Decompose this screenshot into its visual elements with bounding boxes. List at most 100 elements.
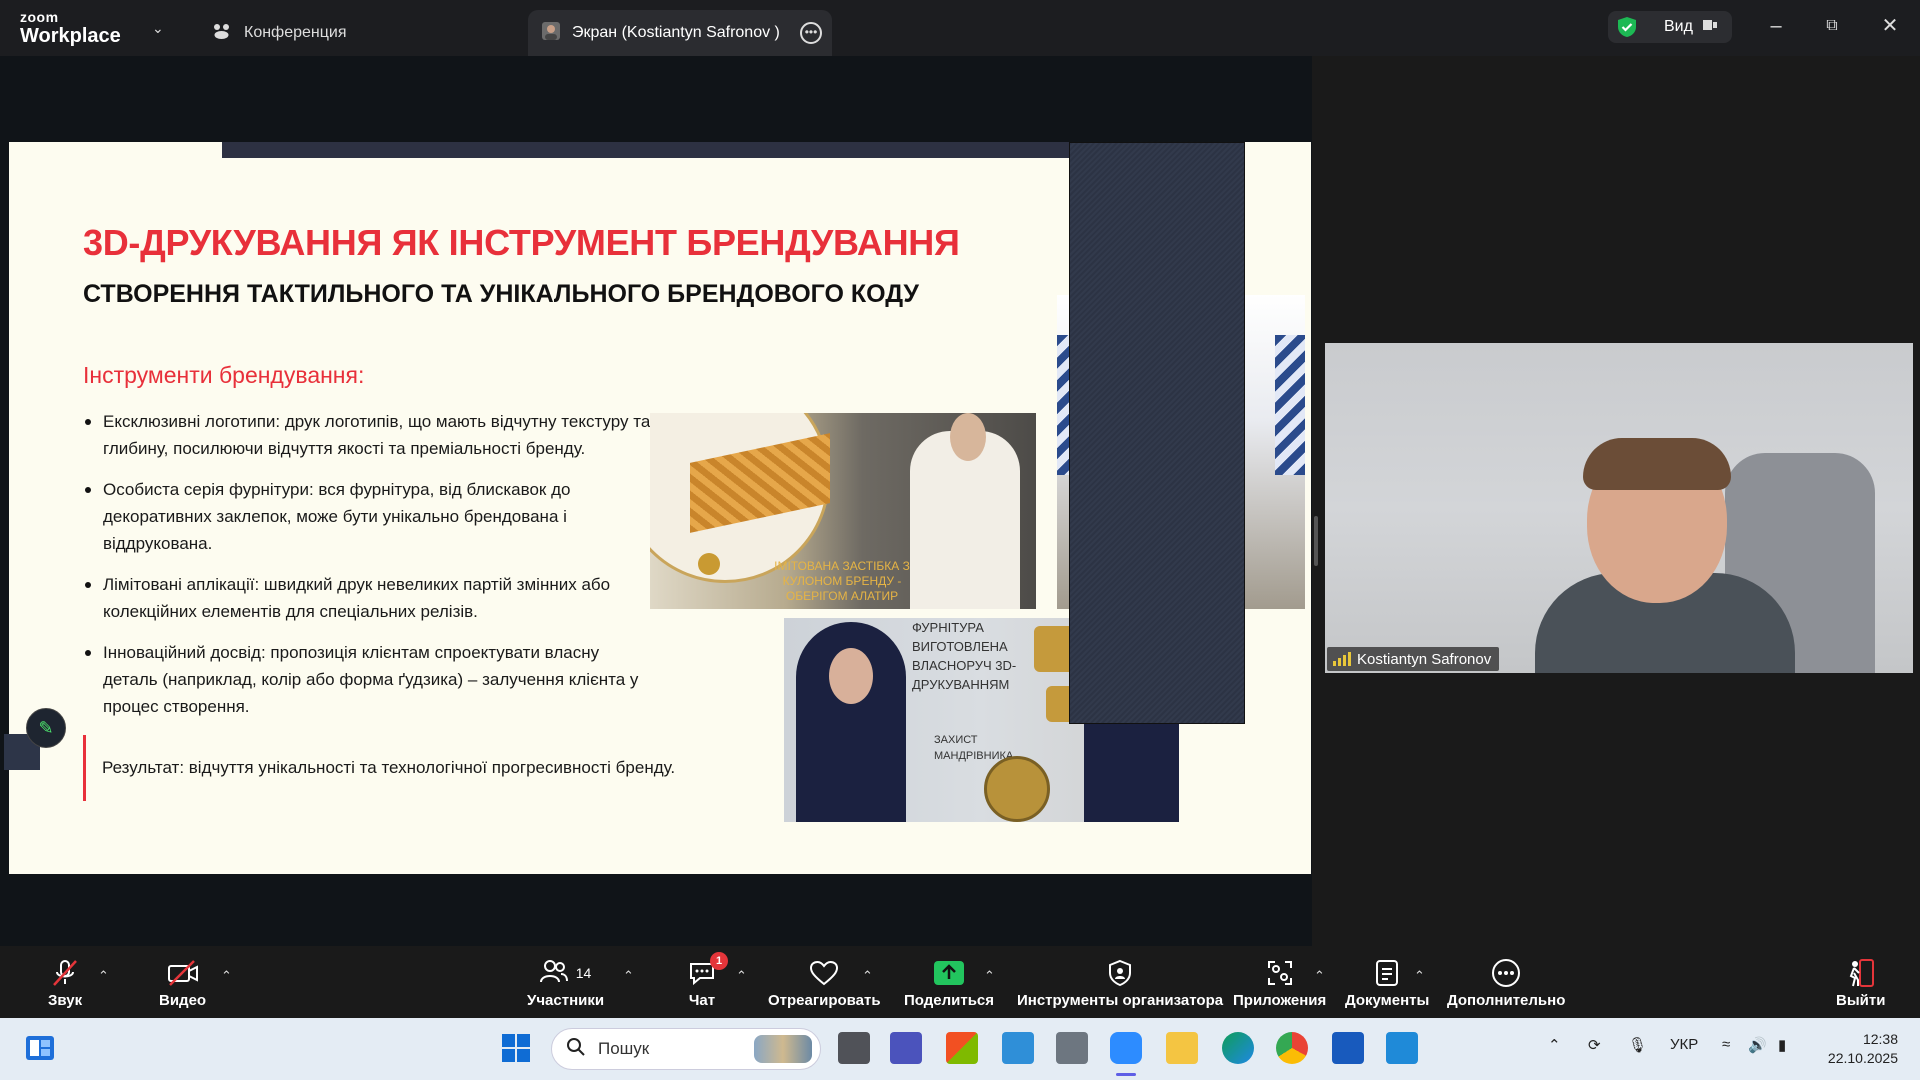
photos-app-icon[interactable] (1002, 1032, 1034, 1064)
bullet-item: Лімітовані аплікації: швидкий друк невел… (85, 571, 655, 625)
participant-video[interactable]: Kostiantyn Safronov (1325, 343, 1913, 673)
slide-subtitle: СТВОРЕННЯ ТАКТИЛЬНОГО ТА УНІКАЛЬНОГО БРЕ… (83, 280, 919, 308)
annotation-tool[interactable]: ✎ (4, 708, 78, 772)
sync-icon[interactable]: ⟳ (1588, 1036, 1601, 1054)
participant-name: Kostiantyn Safronov (1357, 650, 1492, 668)
view-button[interactable]: Вид (1608, 11, 1732, 43)
clock[interactable]: 12:38 22.10.2025 (1828, 1030, 1898, 1068)
tab-screen-share[interactable]: Экран (Kostiantyn Safronov ) ••• (528, 10, 832, 56)
result-callout: Результат: відчуття унікальності та техн… (83, 735, 675, 801)
language-indicator[interactable]: УКР (1670, 1036, 1698, 1053)
more-icon (1491, 958, 1521, 988)
view-layout-icon (1702, 18, 1717, 37)
tray-expand-icon[interactable]: ⌃ (1548, 1036, 1561, 1054)
teams-icon[interactable] (890, 1032, 922, 1064)
taskbar-search[interactable]: Пошук (551, 1028, 821, 1070)
audio-button[interactable]: Звук (48, 958, 82, 1009)
wifi-icon[interactable]: ≈ (1722, 1036, 1730, 1053)
edge-icon[interactable] (1222, 1032, 1254, 1064)
apps-caret-icon[interactable]: ⌃ (1314, 968, 1325, 984)
tab-conference-label: Конференция (244, 24, 347, 41)
participants-label: Участники (527, 992, 605, 1009)
leave-icon (1846, 958, 1876, 988)
chrome-icon[interactable] (1276, 1032, 1308, 1064)
os-taskbar: Пошук ⌃ ⟳ 🎙 УКР ≈ 🔊 ▮ 12:38 22.10.2025 (0, 1018, 1920, 1080)
zoom-logo[interactable]: zoom Workplace (20, 10, 121, 46)
share-caret-icon[interactable]: ⌃ (984, 968, 995, 984)
participant-name-tag: Kostiantyn Safronov (1327, 647, 1500, 671)
participants-button[interactable]: 14 Участники (527, 958, 604, 1009)
audio-caret-icon[interactable]: ⌃ (98, 968, 109, 984)
close-icon[interactable]: ✕ (1870, 12, 1910, 40)
search-highlight-icon (754, 1035, 812, 1063)
chat-button[interactable]: 1 Чат (688, 952, 728, 1009)
host-tools-button[interactable]: Инструменты организатора (1017, 958, 1223, 1009)
store-icon[interactable] (946, 1032, 978, 1064)
signal-bars-icon (1333, 652, 1351, 666)
zoom-window: zoom Workplace ⌄ Конференция Экран (Kost… (0, 0, 1920, 1080)
chat-badge: 1 (710, 952, 728, 970)
leave-button[interactable]: Выйти (1836, 958, 1885, 1009)
bullet-list: Ексклюзивні логотипи: друк логотипів, що… (85, 408, 655, 734)
more-label: Дополнительно (1447, 992, 1566, 1009)
meeting-toolbar: Звук ⌃ Видео ⌃ 14 Участники ⌃ 1 Чат ⌃ От… (0, 946, 1920, 1018)
participants-icon (539, 958, 568, 988)
chat-caret-icon[interactable]: ⌃ (736, 968, 747, 984)
zoom-taskbar-icon[interactable] (1110, 1032, 1142, 1064)
screen-share-area[interactable]: 3D-ДРУКУВАННЯ ЯК ІНСТРУМЕНТ БРЕНДУВАННЯ … (0, 56, 1312, 946)
clasp-caption: ІМІТОВАНА ЗАСТІБКА З КУЛОНОМ БРЕНДУ - ОБ… (774, 559, 910, 603)
clasp-photo: ІМІТОВАНА ЗАСТІБКА З КУЛОНОМ БРЕНДУ - ОБ… (650, 413, 1036, 609)
apps-button[interactable]: Приложения (1233, 958, 1326, 1009)
documents-caret-icon[interactable]: ⌃ (1414, 968, 1425, 984)
start-icon[interactable] (500, 1032, 532, 1064)
model-head (950, 413, 986, 461)
more-button[interactable]: Дополнительно (1447, 958, 1565, 1009)
photos-icon[interactable] (1386, 1032, 1418, 1064)
restore-icon[interactable]: ⧉ (1812, 12, 1852, 40)
brand-bottom: Workplace (20, 25, 121, 47)
video-button[interactable]: Видео (159, 958, 206, 1009)
task-view-icon[interactable] (838, 1032, 870, 1064)
participants-count: 14 (575, 965, 592, 981)
file-explorer-icon[interactable] (1166, 1032, 1198, 1064)
participant-hair (1583, 438, 1731, 490)
brand-top: zoom (20, 9, 59, 25)
redacted-overlay (1069, 142, 1245, 724)
calculator-icon[interactable] (1056, 1032, 1088, 1064)
view-label: Вид (1664, 18, 1693, 35)
slide-section-heading: Інструменти брендування: (83, 362, 365, 388)
chevron-down-icon[interactable]: ⌄ (152, 20, 164, 37)
model-face (829, 648, 873, 704)
bullet-item: Інноваційний досвід: пропозиція клієнтам… (85, 639, 655, 720)
host-tools-label: Инструменты организатора (1017, 992, 1224, 1009)
volume-icon[interactable]: 🔊 (1748, 1036, 1767, 1054)
widgets-icon[interactable] (24, 1032, 56, 1064)
video-caret-icon[interactable]: ⌃ (221, 968, 232, 984)
chat-icon: 1 (688, 952, 728, 988)
react-caret-icon[interactable]: ⌃ (862, 968, 873, 984)
tab-conference[interactable]: Конференция (212, 10, 347, 56)
mic-muted-icon (50, 958, 80, 988)
pencil-icon[interactable]: ✎ (26, 708, 66, 748)
minimize-icon[interactable]: – (1756, 12, 1796, 40)
leave-label: Выйти (1836, 992, 1886, 1009)
document-icon (1375, 958, 1399, 988)
shield-check-icon (1616, 16, 1638, 38)
active-app-indicator (1116, 1073, 1136, 1076)
result-text: Результат: відчуття унікальності та техн… (102, 758, 676, 777)
more-options-icon[interactable]: ••• (800, 22, 822, 44)
split-resize-handle[interactable] (1314, 516, 1318, 566)
clock-time: 12:38 (1862, 1031, 1898, 1047)
slide-title: 3D-ДРУКУВАННЯ ЯК ІНСТРУМЕНТ БРЕНДУВАННЯ (83, 222, 960, 263)
participants-caret-icon[interactable]: ⌃ (623, 968, 634, 984)
avatar-icon (542, 21, 560, 45)
battery-icon[interactable]: ▮ (1778, 1036, 1786, 1054)
clock-date: 22.10.2025 (1827, 1050, 1898, 1066)
bullet-item: Ексклюзивні логотипи: друк логотипів, що… (85, 408, 655, 462)
title-bar: zoom Workplace ⌄ Конференция Экран (Kost… (0, 0, 1920, 56)
word-icon[interactable] (1332, 1032, 1364, 1064)
share-button[interactable]: Поделиться (904, 958, 994, 1009)
microphone-icon[interactable]: 🎙 (1628, 1036, 1647, 1054)
share-screen-icon (933, 958, 965, 988)
video-label: Видео (159, 992, 207, 1009)
